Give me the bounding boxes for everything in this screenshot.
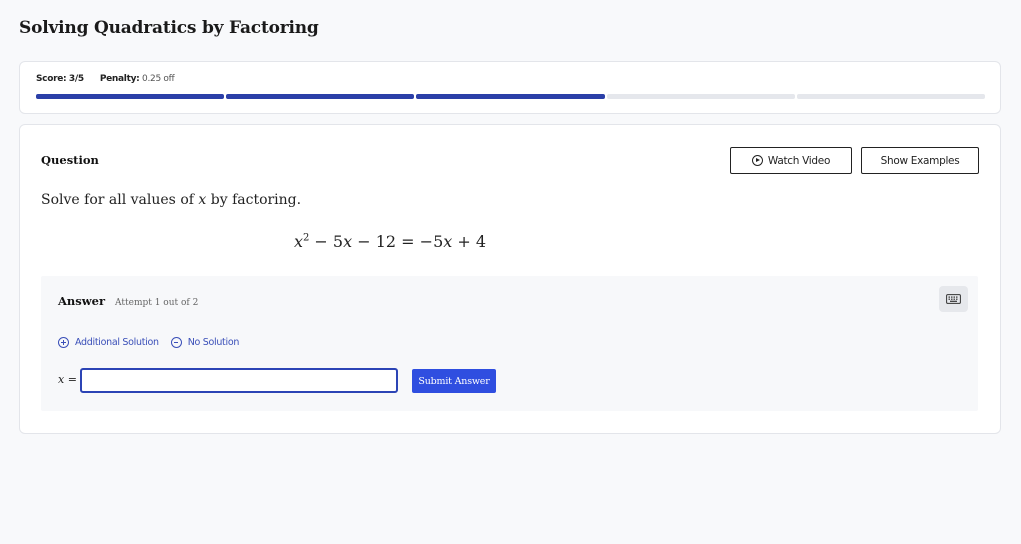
score-card: Score: 3/5 Penalty: 0.25 off (19, 61, 1001, 114)
progress-segment (606, 94, 795, 99)
play-circle-icon (751, 155, 763, 166)
penalty-value: 0.25 off (142, 74, 175, 84)
eq-term: + 4 (452, 232, 487, 251)
answer-variable-label: x = (58, 373, 77, 386)
page-title: Solving Quadratics by Factoring (19, 18, 319, 38)
penalty-label: Penalty: (99, 74, 140, 84)
answer-variable: x (58, 373, 65, 386)
equation: x2 − 5x − 12 = −5x + 4 (20, 232, 760, 251)
question-card: Question Watch Video Show Examples Solve… (19, 124, 1001, 434)
question-prompt: Solve for all values of x by factoring. (41, 192, 301, 208)
score-value: 3/5 (68, 74, 84, 84)
penalty-info: Penalty: 0.25 off (100, 74, 175, 84)
prompt-text-after: by factoring. (206, 192, 302, 208)
additional-solution-label: Additional Solution (75, 337, 159, 348)
submit-answer-button[interactable]: Submit Answer (412, 369, 496, 393)
eq-term: − 5 (309, 232, 344, 251)
score-row: Score: 3/5 Penalty: 0.25 off (36, 74, 175, 84)
question-label: Question (41, 153, 99, 167)
watch-video-button[interactable]: Watch Video (730, 147, 852, 174)
attempt-counter: Attempt 1 out of 2 (115, 298, 199, 308)
minus-circle-icon (170, 337, 182, 348)
no-solution-link[interactable]: No Solution (170, 337, 240, 348)
show-examples-button[interactable]: Show Examples (861, 147, 979, 174)
answer-title: Answer (58, 294, 106, 308)
solution-options: Additional Solution No Solution (58, 337, 239, 348)
eq-term: x (343, 232, 353, 251)
prompt-text-before: Solve for all values of (41, 192, 199, 208)
keyboard-toggle-button[interactable] (939, 286, 968, 312)
show-examples-label: Show Examples (880, 154, 960, 167)
answer-input[interactable] (80, 368, 398, 393)
plus-circle-icon (58, 337, 69, 348)
answer-header: Answer Attempt 1 out of 2 (58, 294, 198, 308)
eq-term: −5 (419, 232, 444, 251)
answer-panel: Answer Attempt 1 out of 2 Additional Sol… (41, 276, 978, 411)
progress-segment (796, 94, 986, 99)
progress-segment (226, 94, 415, 99)
score-info: Score: 3/5 (36, 74, 84, 84)
additional-solution-link[interactable]: Additional Solution (58, 337, 159, 348)
eq-equals: = (401, 232, 420, 251)
progress-bar (36, 94, 986, 99)
progress-segment (416, 94, 605, 99)
no-solution-label: No Solution (187, 337, 240, 348)
eq-term: x (443, 232, 453, 251)
progress-segment (36, 94, 225, 99)
eq-term: x (293, 232, 303, 251)
score-label: Score: (36, 74, 67, 84)
keyboard-icon (946, 294, 961, 304)
eq-term: − 12 (352, 232, 397, 251)
watch-video-label: Watch Video (767, 154, 831, 167)
